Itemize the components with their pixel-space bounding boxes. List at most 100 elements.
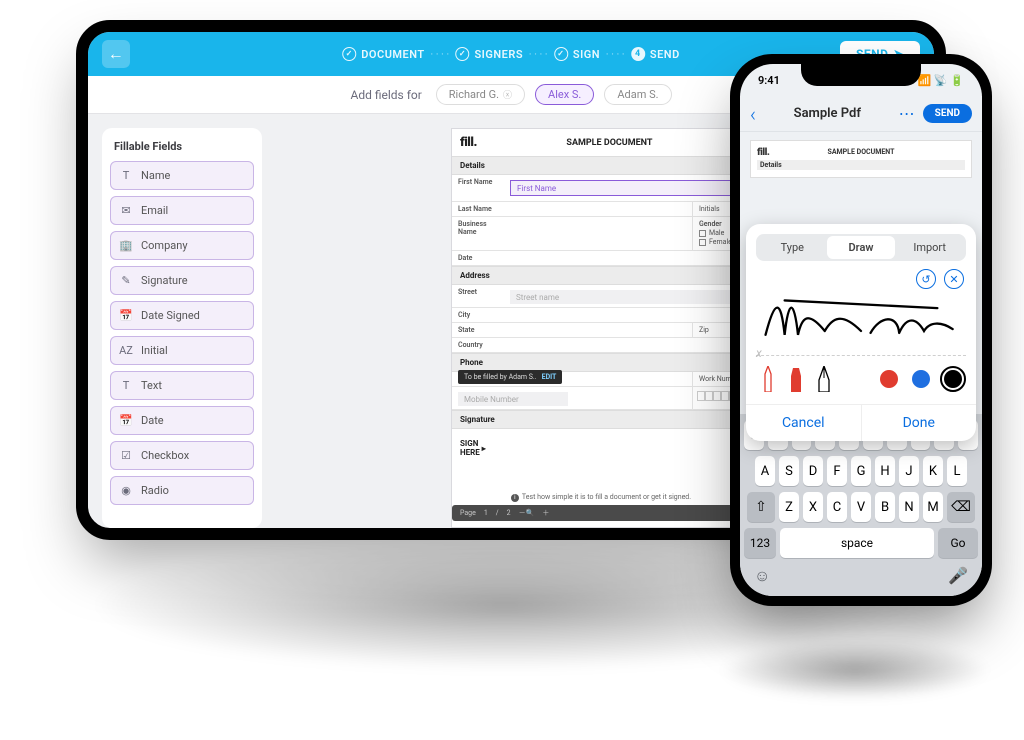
key-d[interactable]: D [803,456,823,486]
field-email[interactable]: ✉Email [110,196,254,225]
field-name[interactable]: TName [110,161,254,190]
tag-adam[interactable]: To be filled by Adam S..EDIT [458,370,562,384]
status-icons: 📶 📡 🔋 [917,74,964,87]
initials-icon: AZ [119,344,133,357]
label-last-name: Last Name [452,202,504,216]
field-initial[interactable]: AZInitial [110,336,254,365]
key-z[interactable]: Z [779,492,799,522]
delete-key[interactable]: ⌫ [947,492,975,522]
back-icon[interactable]: ‹ [750,102,756,126]
section-details: Details [452,156,750,175]
done-button[interactable]: Done [862,405,977,441]
field-text[interactable]: TText [110,371,254,400]
chip-remove-icon[interactable]: ⓧ [503,88,512,101]
seg-type[interactable]: Type [758,236,827,259]
clear-icon[interactable]: ✕ [944,269,964,289]
chip-richard[interactable]: Richard G.ⓧ [436,84,525,105]
pdf-pager[interactable]: Page 1 / 2 －🔍 ＋ [452,505,750,521]
radio-icon: ◉ [119,484,133,497]
key-n[interactable]: N [899,492,919,522]
label-state: State [452,323,504,337]
keyboard[interactable]: QWERTYUIOP ASDFGHJKL ⇧ ZXCVBNM⌫ 123 spac… [740,414,982,596]
phone-device: 9:41 📶 📡 🔋 ‹ Sample Pdf ⋯ SEND fill. SAM… [730,54,992,606]
phone-send-button[interactable]: SEND [923,104,972,123]
key-s[interactable]: S [779,456,799,486]
key-h[interactable]: H [875,456,895,486]
field-date-signed[interactable]: 📅Date Signed [110,301,254,330]
step-signers[interactable]: SIGNERS [455,47,523,61]
key-j[interactable]: J [899,456,919,486]
calendar-icon: 📅 [119,309,133,322]
label-street: Street [452,285,504,307]
step-send[interactable]: 4SEND [631,47,680,61]
space-key[interactable]: space [780,528,934,558]
more-icon[interactable]: ⋯ [899,104,915,123]
chip-alex[interactable]: Alex S. [535,84,594,105]
sidebar: Fillable Fields TName ✉Email 🏢Company ✎S… [102,128,262,528]
label-business: Business Name [452,217,504,250]
field-signature[interactable]: ✎Signature [110,266,254,295]
baseline-x-icon: x [756,346,762,360]
numbers-key[interactable]: 123 [744,528,776,558]
step-sign[interactable]: SIGN [554,47,600,61]
section-signature: Signature [452,410,750,429]
key-v[interactable]: V [851,492,871,522]
shift-key[interactable]: ⇧ [747,492,775,522]
mic-key[interactable]: 🎤 [948,566,968,586]
seg-draw[interactable]: Draw [827,236,896,259]
label-country: Country [452,338,504,352]
cancel-button[interactable]: Cancel [746,405,862,441]
zoom-out-icon[interactable]: －🔍 [519,508,535,518]
label-first-name: First Name [452,175,504,201]
add-fields-label: Add fields for [350,88,421,102]
text-icon: T [119,169,133,182]
label-date: Date [452,251,504,265]
color-blue[interactable] [912,370,930,388]
signature-mode-segment[interactable]: Type Draw Import [756,234,966,261]
key-l[interactable]: L [947,456,967,486]
key-b[interactable]: B [875,492,895,522]
building-icon: 🏢 [119,239,133,252]
footer-note: iTest how simple it is to fill a documen… [452,490,750,505]
pen-fountain[interactable] [816,366,832,392]
key-a[interactable]: A [755,456,775,486]
field-date[interactable]: 📅Date [110,406,254,435]
key-g[interactable]: G [851,456,871,486]
phone-navbar: ‹ Sample Pdf ⋯ SEND [740,96,982,132]
step-document[interactable]: DOCUMENT [342,47,424,61]
go-key[interactable]: Go [938,528,978,558]
pen-marker[interactable] [788,366,804,392]
signature-canvas[interactable] [756,289,966,355]
chip-adam[interactable]: Adam S. [604,84,671,105]
field-radio[interactable]: ◉Radio [110,476,254,505]
phone-document-preview[interactable]: fill. SAMPLE DOCUMENT Details [750,140,972,178]
signature-sheet: Type Draw Import ↺ ✕ x [746,224,976,441]
input-street[interactable]: Street name [510,290,744,304]
input-mobile[interactable]: Mobile Number [458,392,568,406]
back-button[interactable]: ← [102,40,130,68]
sign-here[interactable]: SIGN HERE▸ [452,429,750,467]
color-black[interactable] [944,370,962,388]
seg-import[interactable]: Import [895,236,964,259]
emoji-key[interactable]: ☺ [754,566,770,586]
zoom-in-icon[interactable]: ＋ [542,508,549,518]
key-x[interactable]: X [803,492,823,522]
field-company[interactable]: 🏢Company [110,231,254,260]
pen-thin[interactable] [760,366,776,392]
document-preview[interactable]: fill. SAMPLE DOCUMENT Details First Name… [451,128,751,528]
key-f[interactable]: F [827,456,847,486]
sidebar-title: Fillable Fields [114,140,254,153]
text-icon: T [119,379,133,392]
key-m[interactable]: M [923,492,943,522]
phone-title: Sample Pdf [764,106,891,121]
key-k[interactable]: K [923,456,943,486]
calendar-icon: 📅 [119,414,133,427]
key-c[interactable]: C [827,492,847,522]
color-red[interactable] [880,370,898,388]
checkbox-icon: ☑ [119,449,133,462]
brand-logo: fill. [460,135,477,150]
input-first-name[interactable]: First Name [510,180,744,196]
signature-icon: ✎ [119,274,133,287]
undo-icon[interactable]: ↺ [916,269,936,289]
field-checkbox[interactable]: ☑Checkbox [110,441,254,470]
